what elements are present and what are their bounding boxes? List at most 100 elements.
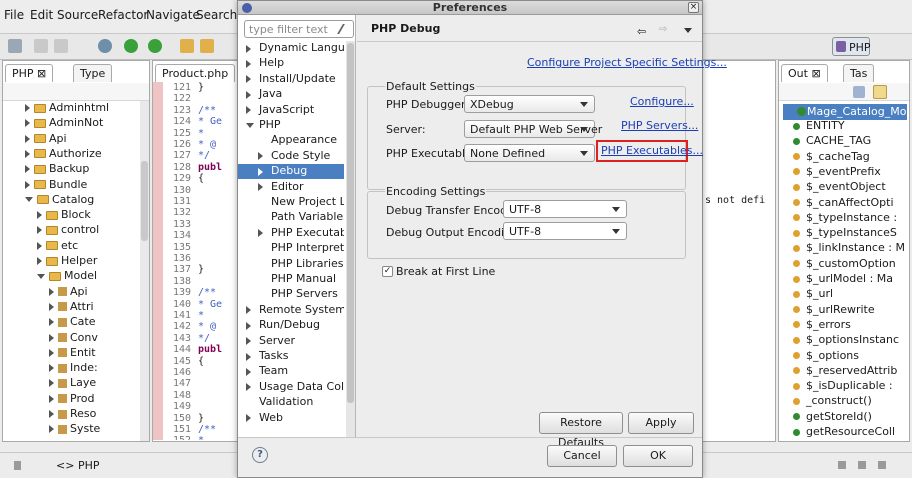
explorer-item[interactable]: control — [37, 223, 99, 238]
view-menu-icon[interactable] — [684, 28, 692, 33]
outline-item[interactable]: $_url — [793, 287, 833, 302]
outline-item[interactable]: $_linkInstance : M — [793, 241, 905, 256]
explorer-item[interactable]: AdminNot — [25, 116, 103, 131]
outline-item[interactable]: ENTITY — [793, 119, 845, 134]
status-tool-icon[interactable] — [858, 461, 866, 469]
forward-icon[interactable]: ⇨ — [659, 24, 667, 35]
cancel-button[interactable]: Cancel — [547, 445, 617, 467]
tab-editor-product[interactable]: Product.php — [155, 64, 236, 82]
collapsed-arrow-icon[interactable] — [49, 410, 54, 418]
filter-field[interactable]: type filter text — [244, 20, 354, 38]
explorer-item[interactable]: Authorize — [25, 147, 102, 162]
tree-item[interactable]: Web — [238, 411, 344, 426]
status-tool-icon[interactable] — [878, 461, 886, 469]
explorer-item[interactable]: Cate — [49, 315, 96, 330]
collapsed-arrow-icon[interactable] — [49, 379, 54, 388]
outline-item[interactable]: _construct() — [793, 394, 872, 409]
php-servers-link[interactable]: PHP Servers... — [621, 119, 698, 132]
collapsed-arrow-icon[interactable] — [49, 394, 54, 403]
outline-item[interactable]: $_eventPrefix — [793, 165, 881, 180]
tree-item[interactable]: PHP Manual — [238, 272, 344, 287]
collapsed-arrow-icon[interactable] — [49, 364, 54, 373]
collapsed-arrow-icon[interactable] — [49, 318, 54, 327]
tree-item[interactable]: PHP Servers — [238, 287, 344, 302]
tab-type-hierarchy[interactable]: Type — [73, 64, 113, 82]
collapsed-arrow-icon[interactable] — [246, 337, 251, 346]
collapsed-arrow-icon[interactable] — [37, 257, 42, 265]
tree-item[interactable]: JavaScript — [238, 103, 344, 118]
tree-item[interactable]: Team — [238, 364, 344, 379]
outline-item[interactable]: $_options — [793, 349, 859, 364]
tree-item[interactable]: Validation — [238, 395, 344, 410]
collapsed-arrow-icon[interactable] — [25, 165, 30, 174]
new-icon[interactable] — [8, 39, 22, 53]
explorer-item[interactable]: Inde: — [49, 361, 98, 376]
explorer-item[interactable]: Syste — [49, 422, 100, 437]
outline-item[interactable]: $_eventObject — [793, 180, 886, 195]
collapsed-arrow-icon[interactable] — [258, 167, 263, 176]
open-folder-icon[interactable] — [180, 39, 194, 53]
perspective-php-button[interactable]: PHP — [832, 37, 871, 56]
outline-item[interactable]: $_urlModel : Ma — [793, 272, 893, 287]
tree-item[interactable]: PHP Libraries — [238, 257, 344, 272]
php-executables-link[interactable]: PHP Executables... — [601, 144, 703, 157]
collapsed-arrow-icon[interactable] — [37, 226, 42, 235]
collapsed-arrow-icon[interactable] — [25, 119, 30, 128]
collapsed-arrow-icon[interactable] — [246, 59, 251, 68]
explorer-item[interactable]: Adminhtml — [25, 101, 109, 116]
collapsed-arrow-icon[interactable] — [246, 367, 251, 376]
tree-item[interactable]: PHP Executable — [238, 226, 344, 241]
menu-item-source[interactable]: Source — [57, 8, 98, 22]
tab-php-explorer[interactable]: PHP ⊠ — [5, 64, 54, 82]
outline-item[interactable]: getStoreId() — [793, 410, 872, 425]
server-select[interactable]: Default PHP Web Server — [464, 120, 602, 138]
debug-icon[interactable] — [98, 39, 112, 53]
tree-item[interactable]: Editor — [238, 180, 344, 195]
explorer-scrollbar[interactable] — [140, 101, 149, 441]
run-external-icon[interactable] — [148, 39, 162, 53]
tree-item[interactable]: Java — [238, 87, 344, 102]
configure-project-link[interactable]: Configure Project Specific Settings... — [527, 56, 727, 69]
restore-defaults-button[interactable]: Restore Defaults — [539, 412, 623, 449]
apply-button[interactable]: Apply — [628, 412, 694, 434]
outline-item[interactable]: CACHE_TAG — [793, 134, 871, 149]
collapsed-arrow-icon[interactable] — [25, 149, 30, 158]
explorer-item[interactable]: Backup — [25, 162, 89, 177]
tree-item[interactable]: PHP Interpreter — [238, 241, 344, 256]
explorer-item[interactable]: Helper — [37, 254, 97, 269]
tree-item[interactable]: PHP — [238, 118, 344, 133]
explorer-item[interactable]: Block — [37, 208, 91, 223]
php-debugger-select[interactable]: XDebug — [464, 95, 595, 113]
sort-icon[interactable] — [853, 86, 865, 98]
clear-filter-icon[interactable] — [337, 24, 353, 34]
transfer-encoding-select[interactable]: UTF-8 — [503, 200, 627, 218]
tree-item[interactable]: Run/Debug — [238, 318, 344, 333]
expanded-arrow-icon[interactable] — [37, 273, 45, 279]
menu-item-navigate[interactable]: Navigate — [146, 8, 200, 22]
run-icon[interactable] — [124, 39, 138, 53]
tree-item[interactable]: Code Style — [238, 149, 344, 164]
back-icon[interactable]: ⇦ — [632, 25, 646, 38]
ok-button[interactable]: OK — [623, 445, 693, 467]
collapsed-arrow-icon[interactable] — [258, 183, 263, 192]
explorer-item[interactable]: Reso — [49, 407, 96, 422]
collapsed-arrow-icon[interactable] — [25, 134, 30, 143]
outline-item[interactable]: $_reservedAttrib — [793, 364, 897, 379]
tree-item[interactable]: Server — [238, 334, 344, 349]
explorer-item[interactable]: Laye — [49, 376, 96, 391]
filter-icon[interactable] — [873, 85, 887, 99]
outline-item[interactable]: getResourceColl — [793, 425, 895, 440]
outline-item[interactable]: $_urlRewrite — [793, 303, 875, 318]
tree-item[interactable]: Help — [238, 56, 344, 71]
outline-item[interactable]: $_optionsInstanc — [793, 333, 899, 348]
outline-item[interactable]: $_errors — [793, 318, 851, 333]
tab-outline[interactable]: Out ⊠ — [781, 64, 828, 82]
collapsed-arrow-icon[interactable] — [49, 348, 54, 357]
explorer-item[interactable]: Model — [37, 269, 97, 284]
tab-tasks[interactable]: Tas — [843, 64, 875, 82]
collapsed-arrow-icon[interactable] — [246, 414, 251, 423]
tree-scrollbar[interactable] — [346, 41, 355, 437]
collapsed-arrow-icon[interactable] — [246, 352, 251, 361]
outline-item[interactable]: $_typeInstanceS — [793, 226, 897, 241]
tree-item[interactable]: Appearance — [238, 133, 344, 148]
